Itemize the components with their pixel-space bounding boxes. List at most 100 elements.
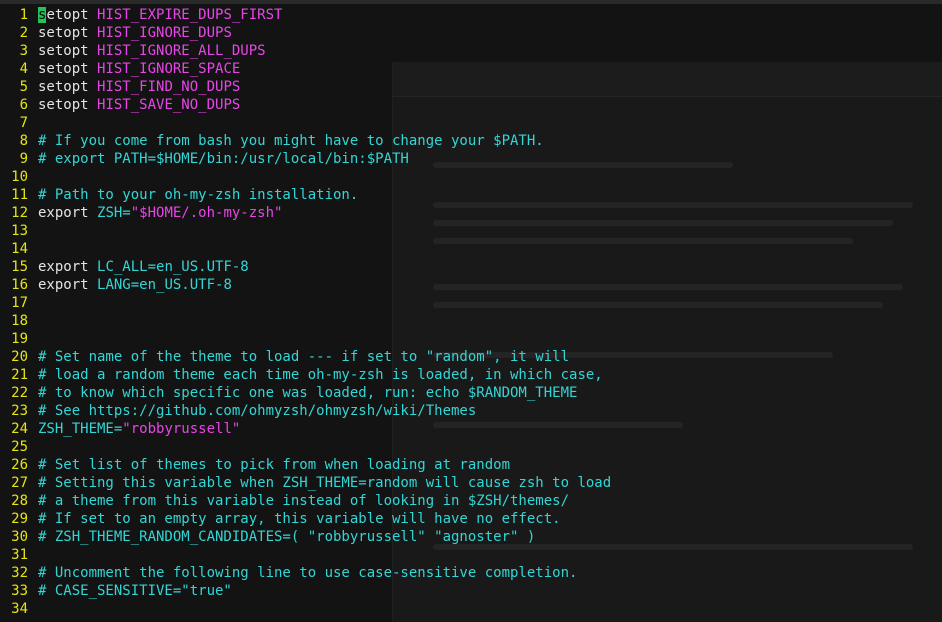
code-token: ZSH_THEME= <box>38 421 123 437</box>
code-line[interactable]: 10 <box>0 168 942 186</box>
line-number: 21 <box>11 367 28 383</box>
code-line[interactable]: 32 # Uncomment the following line to use … <box>0 564 942 582</box>
code-token: # export PATH=$HOME/bin:/usr/local/bin:$… <box>38 151 409 167</box>
code-text[interactable] <box>38 114 942 132</box>
code-text[interactable] <box>38 438 942 456</box>
code-line[interactable]: 18 <box>0 312 942 330</box>
code-text[interactable] <box>38 330 942 348</box>
code-line[interactable]: 11 # Path to your oh-my-zsh installation. <box>0 186 942 204</box>
line-number: 20 <box>11 349 28 365</box>
code-text[interactable]: setopt HIST_IGNORE_ALL_DUPS <box>38 42 942 60</box>
code-token: HIST_EXPIRE_DUPS_FIRST <box>97 7 283 23</box>
code-line[interactable]: 30 # ZSH_THEME_RANDOM_CANDIDATES=( "robby… <box>0 528 942 546</box>
code-token: "robbyrussell" <box>122 421 241 437</box>
code-line[interactable]: 9 # export PATH=$HOME/bin:/usr/local/bin:… <box>0 150 942 168</box>
code-line[interactable]: 33 # CASE_SENSITIVE="true" <box>0 582 942 600</box>
line-number: 7 <box>19 115 28 131</box>
line-number: 11 <box>11 187 28 203</box>
code-text[interactable]: setopt HIST_SAVE_NO_DUPS <box>38 96 942 114</box>
code-token: setopt <box>38 43 98 59</box>
code-text[interactable]: # CASE_SENSITIVE="true" <box>38 582 942 600</box>
code-text[interactable] <box>38 222 942 240</box>
code-line[interactable]: 14 <box>0 240 942 258</box>
code-line[interactable]: 8 # If you come from bash you might have … <box>0 132 942 150</box>
code-token: HIST_IGNORE_ALL_DUPS <box>97 43 266 59</box>
code-text[interactable]: # ZSH_THEME_RANDOM_CANDIDATES=( "robbyru… <box>38 528 942 546</box>
code-token: # If you come from bash you might have t… <box>38 133 544 149</box>
code-line[interactable]: 25 <box>0 438 942 456</box>
code-line[interactable]: 7 <box>0 114 942 132</box>
code-line[interactable]: 15 export LC_ALL=en_US.UTF-8 <box>0 258 942 276</box>
code-text[interactable]: setopt HIST_EXPIRE_DUPS_FIRST <box>38 6 942 24</box>
code-text[interactable] <box>38 240 942 258</box>
code-token: # Path to your oh-my-zsh installation. <box>38 187 359 203</box>
code-line[interactable]: 17 <box>0 294 942 312</box>
code-line[interactable]: 29 # If set to an empty array, this varia… <box>0 510 942 528</box>
code-text[interactable]: export ZSH="$HOME/.oh-my-zsh" <box>38 204 942 222</box>
code-line[interactable]: 22 # to know which specific one was loade… <box>0 384 942 402</box>
code-text[interactable]: # If set to an empty array, this variabl… <box>38 510 942 528</box>
code-line[interactable]: 1 setopt HIST_EXPIRE_DUPS_FIRST <box>0 6 942 24</box>
code-line[interactable]: 26 # Set list of themes to pick from when… <box>0 456 942 474</box>
line-number: 19 <box>11 331 28 347</box>
code-line[interactable]: 5 setopt HIST_FIND_NO_DUPS <box>0 78 942 96</box>
code-text[interactable]: # Uncomment the following line to use ca… <box>38 564 942 582</box>
vim-editor[interactable]: 1 setopt HIST_EXPIRE_DUPS_FIRST 2 setopt HI… <box>0 6 942 618</box>
code-token: setopt <box>38 25 98 41</box>
code-text[interactable] <box>38 294 942 312</box>
code-line[interactable]: 19 <box>0 330 942 348</box>
code-text[interactable]: export LC_ALL=en_US.UTF-8 <box>38 258 942 276</box>
code-line[interactable]: 12 export ZSH="$HOME/.oh-my-zsh" <box>0 204 942 222</box>
line-number: 25 <box>11 439 28 455</box>
code-text[interactable]: setopt HIST_IGNORE_DUPS <box>38 24 942 42</box>
line-number: 34 <box>11 601 28 617</box>
code-text[interactable]: # Setting this variable when ZSH_THEME=r… <box>38 474 942 492</box>
code-line[interactable]: 31 <box>0 546 942 564</box>
code-line[interactable]: 27 # Setting this variable when ZSH_THEME… <box>0 474 942 492</box>
code-line[interactable]: 4 setopt HIST_IGNORE_SPACE <box>0 60 942 78</box>
line-number: 12 <box>11 205 28 221</box>
code-line[interactable]: 2 setopt HIST_IGNORE_DUPS <box>0 24 942 42</box>
code-token: HIST_FIND_NO_DUPS <box>97 79 241 95</box>
code-text[interactable]: # Set list of themes to pick from when l… <box>38 456 942 474</box>
code-text[interactable]: # See https://github.com/ohmyzsh/ohmyzsh… <box>38 402 942 420</box>
code-token: etopt <box>46 7 98 23</box>
code-line[interactable]: 21 # load a random theme each time oh-my-… <box>0 366 942 384</box>
code-token: setopt <box>38 97 98 113</box>
code-text[interactable] <box>38 546 942 564</box>
code-text[interactable]: # If you come from bash you might have t… <box>38 132 942 150</box>
line-number: 33 <box>11 583 28 599</box>
line-number: 29 <box>11 511 28 527</box>
code-text[interactable]: # a theme from this variable instead of … <box>38 492 942 510</box>
code-text[interactable]: setopt HIST_FIND_NO_DUPS <box>38 78 942 96</box>
line-number: 14 <box>11 241 28 257</box>
code-line[interactable]: 3 setopt HIST_IGNORE_ALL_DUPS <box>0 42 942 60</box>
code-text[interactable]: # Path to your oh-my-zsh installation. <box>38 186 942 204</box>
code-line[interactable]: 16 export LANG=en_US.UTF-8 <box>0 276 942 294</box>
code-token: # Uncomment the following line to use ca… <box>38 565 578 581</box>
code-line[interactable]: 28 # a theme from this variable instead o… <box>0 492 942 510</box>
code-line[interactable]: 13 <box>0 222 942 240</box>
code-line[interactable]: 20 # Set name of the theme to load --- if… <box>0 348 942 366</box>
code-text[interactable]: ZSH_THEME="robbyrussell" <box>38 420 942 438</box>
line-number: 8 <box>19 133 28 149</box>
code-line[interactable]: 23 # See https://github.com/ohmyzsh/ohmyz… <box>0 402 942 420</box>
code-text[interactable]: # to know which specific one was loaded,… <box>38 384 942 402</box>
code-text[interactable] <box>38 600 942 618</box>
line-number: 26 <box>11 457 28 473</box>
line-number: 18 <box>11 313 28 329</box>
line-number: 4 <box>19 61 28 77</box>
code-token: HIST_IGNORE_SPACE <box>97 61 241 77</box>
line-number: 2 <box>19 25 28 41</box>
code-text[interactable] <box>38 312 942 330</box>
code-text[interactable]: # Set name of the theme to load --- if s… <box>38 348 942 366</box>
code-line[interactable]: 24 ZSH_THEME="robbyrussell" <box>0 420 942 438</box>
code-line[interactable]: 34 <box>0 600 942 618</box>
code-text[interactable] <box>38 168 942 186</box>
code-line[interactable]: 6 setopt HIST_SAVE_NO_DUPS <box>0 96 942 114</box>
code-token: export <box>38 277 98 293</box>
code-text[interactable]: export LANG=en_US.UTF-8 <box>38 276 942 294</box>
code-text[interactable]: # load a random theme each time oh-my-zs… <box>38 366 942 384</box>
code-text[interactable]: setopt HIST_IGNORE_SPACE <box>38 60 942 78</box>
code-text[interactable]: # export PATH=$HOME/bin:/usr/local/bin:$… <box>38 150 942 168</box>
